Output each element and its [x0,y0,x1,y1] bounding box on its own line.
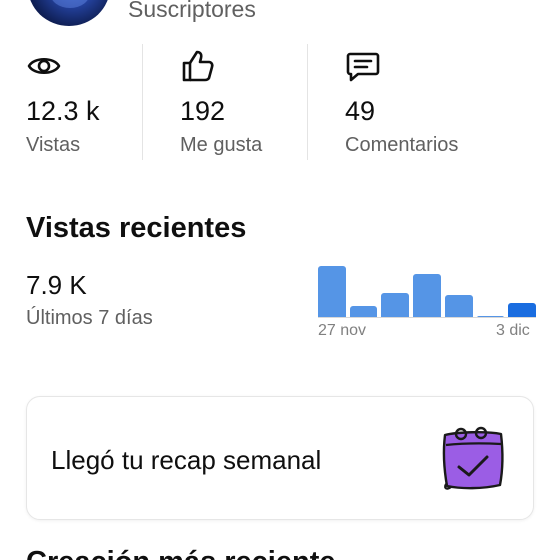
chart-bar [508,303,536,318]
chart-bar [381,293,410,318]
stat-divider [307,44,308,160]
likes-value: 192 [180,96,226,126]
recent-views-total: 7.9 K [26,270,87,300]
stats-row: 12.3 k Vistas 192 Me gusta 49 Comentario… [0,44,560,160]
comments-value: 49 [345,96,376,126]
chart-bar [318,266,346,318]
weekly-recap-card[interactable]: Llegó tu recap semanal [26,396,534,520]
recent-views-period: Últimos 7 días [26,307,153,329]
subscribers-label: Suscriptores [128,0,256,22]
recent-views-chart[interactable] [318,262,536,318]
likes-label: Me gusta [180,134,263,156]
thumbs-up-icon [182,50,214,82]
comment-icon [346,52,380,82]
recent-views-title: Vistas recientes [26,212,247,244]
chart-end-label: 3 dic [496,322,530,339]
latest-creation-title: Creación más reciente [26,546,335,560]
chart-start-label: 27 nov [318,322,367,339]
stat-divider [142,44,143,160]
recap-card-text: Llegó tu recap semanal [51,445,322,475]
chart-baseline [318,317,536,318]
calendar-check-icon [442,426,504,490]
chart-bar [413,274,441,318]
views-value: 12.3 k [26,96,100,126]
channel-avatar[interactable] [28,0,110,26]
views-label: Vistas [26,134,81,156]
comments-label: Comentarios [345,134,459,156]
eye-icon [27,57,61,75]
chart-bar [444,295,473,318]
